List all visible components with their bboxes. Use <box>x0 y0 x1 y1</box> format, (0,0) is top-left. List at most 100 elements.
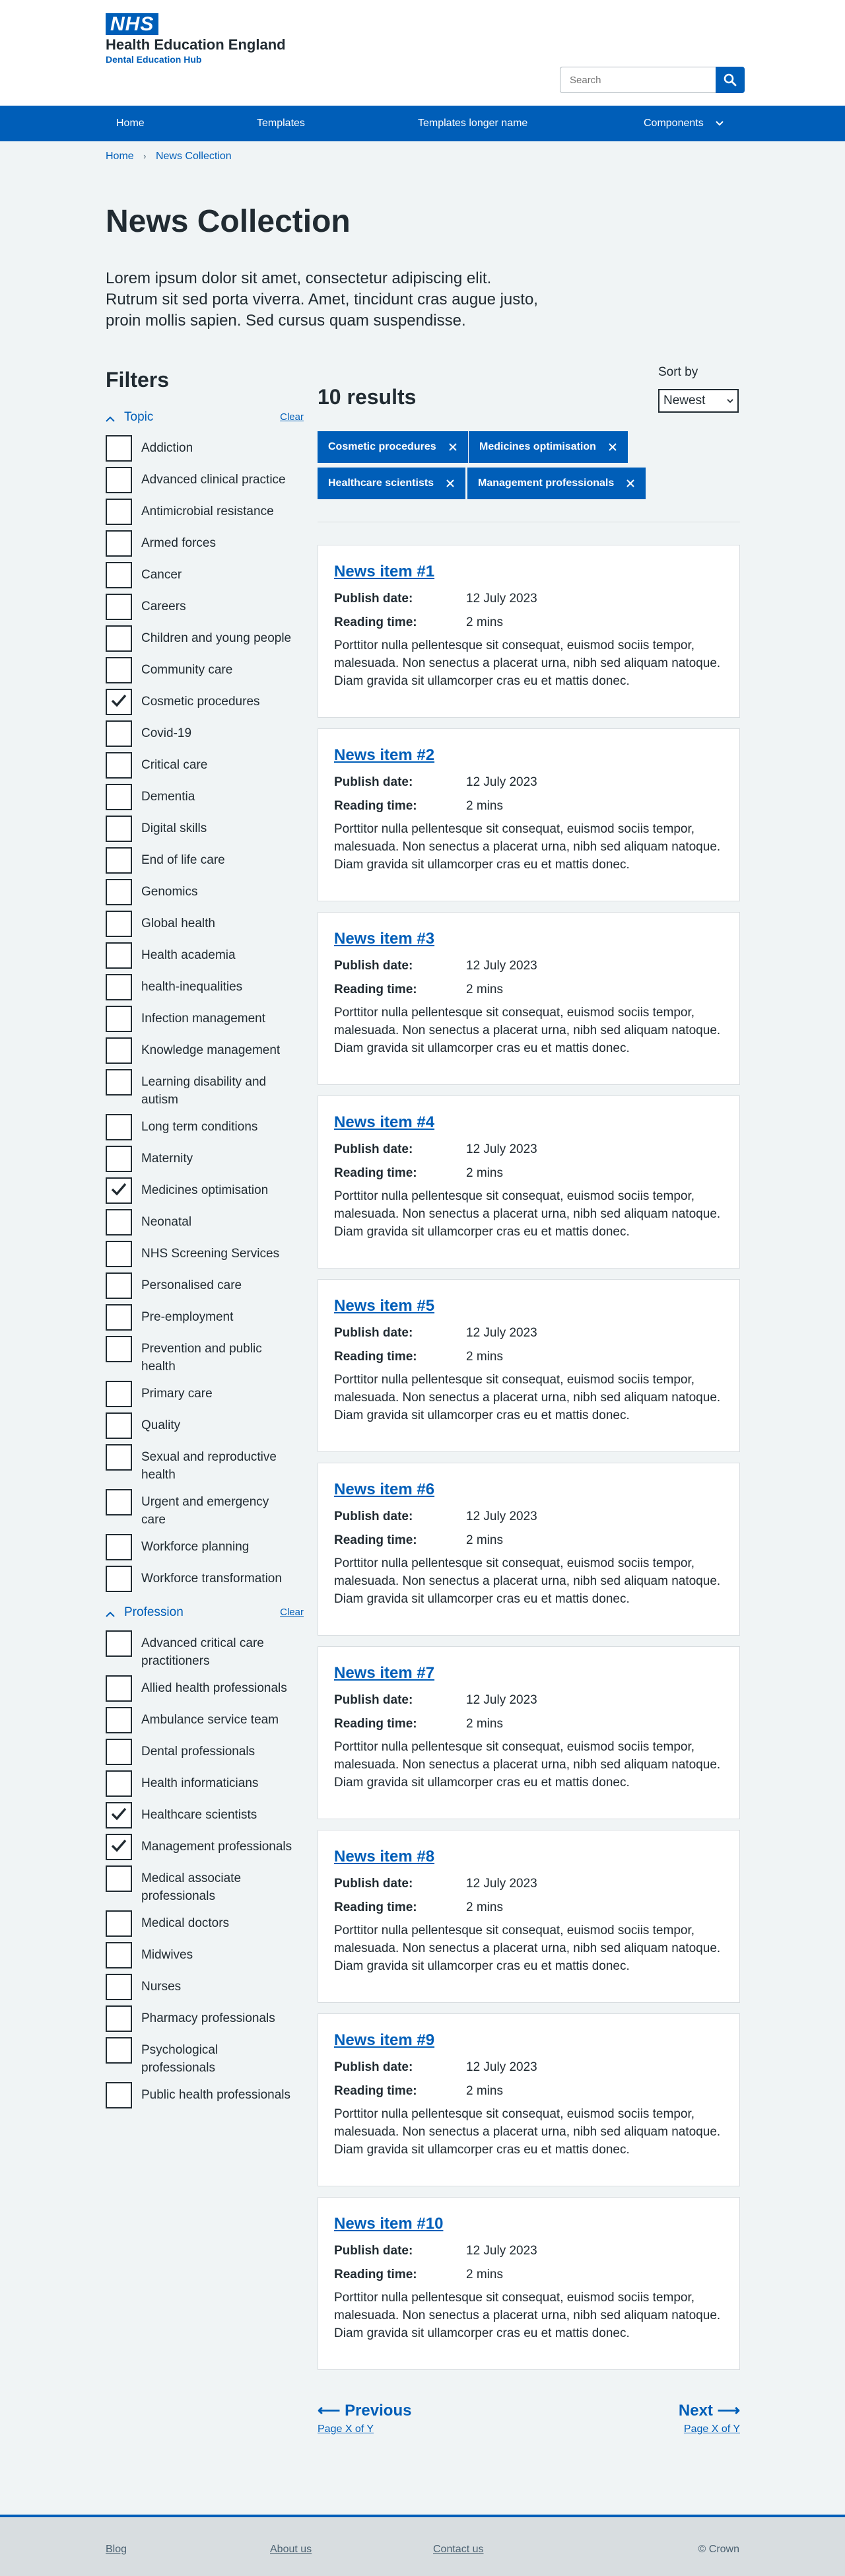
filter-group-header-topic[interactable]: Topic Clear <box>106 410 304 427</box>
footer-link-blog[interactable]: Blog <box>106 2544 127 2556</box>
checkbox[interactable] <box>106 942 132 969</box>
filter-option-pharmacy-professionals[interactable]: Pharmacy professionals <box>106 2005 304 2032</box>
filter-option-pre-employment[interactable]: Pre-employment <box>106 1304 304 1331</box>
filter-option-advanced-critical-care-practitioners[interactable]: Advanced critical care practitioners <box>106 1630 304 1670</box>
checkbox[interactable] <box>106 1241 132 1267</box>
filter-option-health-academia[interactable]: Health academia <box>106 942 304 969</box>
checkbox[interactable] <box>106 1630 132 1657</box>
filter-option-neonatal[interactable]: Neonatal <box>106 1209 304 1236</box>
checkbox[interactable] <box>106 974 132 1000</box>
filter-option-prevention-and-public-health[interactable]: Prevention and public health <box>106 1336 304 1375</box>
filter-option-cosmetic-procedures[interactable]: Cosmetic procedures <box>106 689 304 715</box>
filter-option-knowledge-management[interactable]: Knowledge management <box>106 1037 304 1064</box>
checkbox[interactable] <box>106 1146 132 1172</box>
filter-option-community-care[interactable]: Community care <box>106 657 304 683</box>
filter-option-nurses[interactable]: Nurses <box>106 1974 304 2000</box>
checkbox[interactable] <box>106 1974 132 2000</box>
checkbox[interactable] <box>106 1675 132 1702</box>
checkbox[interactable] <box>106 1037 132 1064</box>
pagination-previous[interactable]: ⟵ Previous Page X of Y <box>318 2401 411 2435</box>
checkbox[interactable] <box>106 689 132 715</box>
nav-item-templates-longer-name[interactable]: Templates longer name <box>418 106 527 141</box>
checkbox[interactable] <box>106 1412 132 1439</box>
filter-option-urgent-and-emergency-care[interactable]: Urgent and emergency care <box>106 1489 304 1529</box>
news-card-title-link[interactable]: News item #7 <box>334 1664 434 1682</box>
checkbox[interactable] <box>106 1114 132 1140</box>
news-card-title-link[interactable]: News item #5 <box>334 1297 434 1315</box>
news-card-title-link[interactable]: News item #6 <box>334 1480 434 1498</box>
filter-option-antimicrobial-resistance[interactable]: Antimicrobial resistance <box>106 499 304 525</box>
active-tag[interactable]: Medicines optimisation <box>469 431 628 463</box>
filter-option-genomics[interactable]: Genomics <box>106 879 304 905</box>
filter-option-careers[interactable]: Careers <box>106 594 304 620</box>
filter-option-workforce-transformation[interactable]: Workforce transformation <box>106 1566 304 1592</box>
checkbox[interactable] <box>106 847 132 874</box>
filter-option-children-and-young-people[interactable]: Children and young people <box>106 625 304 652</box>
checkbox[interactable] <box>106 1707 132 1733</box>
pagination-next[interactable]: Next ⟶ Page X of Y <box>679 2401 740 2435</box>
checkbox[interactable] <box>106 1834 132 1860</box>
news-card-title-link[interactable]: News item #1 <box>334 563 434 580</box>
nav-item-templates[interactable]: Templates <box>257 106 305 141</box>
news-card-title-link[interactable]: News item #4 <box>334 1113 434 1131</box>
filter-clear-link[interactable]: Clear <box>280 1607 304 1618</box>
checkbox[interactable] <box>106 1381 132 1407</box>
news-card-title-link[interactable]: News item #8 <box>334 1848 434 1865</box>
filter-option-allied-health-professionals[interactable]: Allied health professionals <box>106 1675 304 1702</box>
checkbox[interactable] <box>106 657 132 683</box>
news-card-title-link[interactable]: News item #3 <box>334 930 434 948</box>
active-tag[interactable]: Management professionals <box>467 468 646 499</box>
site-logo-link[interactable]: NHS Health Education England Dental Educ… <box>106 13 286 65</box>
checkbox[interactable] <box>106 1865 132 1892</box>
filter-option-quality[interactable]: Quality <box>106 1412 304 1439</box>
breadcrumb-home[interactable]: Home <box>106 151 134 162</box>
filter-option-medical-associate-professionals[interactable]: Medical associate professionals <box>106 1865 304 1905</box>
filter-option-dental-professionals[interactable]: Dental professionals <box>106 1739 304 1765</box>
checkbox[interactable] <box>106 1444 132 1471</box>
active-tag[interactable]: Cosmetic procedures <box>318 431 468 463</box>
filter-option-critical-care[interactable]: Critical care <box>106 752 304 779</box>
filter-option-nhs-screening-services[interactable]: NHS Screening Services <box>106 1241 304 1267</box>
checkbox[interactable] <box>106 1739 132 1765</box>
filter-option-long-term-conditions[interactable]: Long term conditions <box>106 1114 304 1140</box>
checkbox[interactable] <box>106 499 132 525</box>
filter-option-global-health[interactable]: Global health <box>106 911 304 937</box>
checkbox[interactable] <box>106 1489 132 1515</box>
filter-option-infection-management[interactable]: Infection management <box>106 1006 304 1032</box>
filter-option-addiction[interactable]: Addiction <box>106 435 304 462</box>
breadcrumb-news-collection[interactable]: News Collection <box>156 151 232 162</box>
checkbox[interactable] <box>106 784 132 810</box>
checkbox[interactable] <box>106 435 132 462</box>
filter-option-cancer[interactable]: Cancer <box>106 562 304 588</box>
filter-clear-link[interactable]: Clear <box>280 411 304 423</box>
checkbox[interactable] <box>106 594 132 620</box>
filter-option-maternity[interactable]: Maternity <box>106 1146 304 1172</box>
checkbox[interactable] <box>106 911 132 937</box>
search-button[interactable] <box>716 67 745 93</box>
filter-group-header-profession[interactable]: Profession Clear <box>106 1605 304 1622</box>
checkbox[interactable] <box>106 1177 132 1204</box>
checkbox[interactable] <box>106 2037 132 2064</box>
filter-option-management-professionals[interactable]: Management professionals <box>106 1834 304 1860</box>
news-card-title-link[interactable]: News item #9 <box>334 2031 434 2049</box>
filter-option-dementia[interactable]: Dementia <box>106 784 304 810</box>
checkbox[interactable] <box>106 752 132 779</box>
filter-option-end-of-life-care[interactable]: End of life care <box>106 847 304 874</box>
filter-option-healthcare-scientists[interactable]: Healthcare scientists <box>106 1802 304 1828</box>
filter-option-personalised-care[interactable]: Personalised care <box>106 1272 304 1299</box>
checkbox[interactable] <box>106 2082 132 2108</box>
filter-option-health-inequalities[interactable]: health-inequalities <box>106 974 304 1000</box>
checkbox[interactable] <box>106 1304 132 1331</box>
checkbox[interactable] <box>106 1802 132 1828</box>
footer-link-contact-us[interactable]: Contact us <box>433 2544 483 2556</box>
checkbox[interactable] <box>106 1566 132 1592</box>
checkbox[interactable] <box>106 1770 132 1797</box>
checkbox[interactable] <box>106 816 132 842</box>
filter-option-medicines-optimisation[interactable]: Medicines optimisation <box>106 1177 304 1204</box>
checkbox[interactable] <box>106 879 132 905</box>
checkbox[interactable] <box>106 1336 132 1362</box>
filter-option-workforce-planning[interactable]: Workforce planning <box>106 1534 304 1560</box>
filter-option-midwives[interactable]: Midwives <box>106 1942 304 1968</box>
checkbox[interactable] <box>106 720 132 747</box>
filter-option-health-informaticians[interactable]: Health informaticians <box>106 1770 304 1797</box>
